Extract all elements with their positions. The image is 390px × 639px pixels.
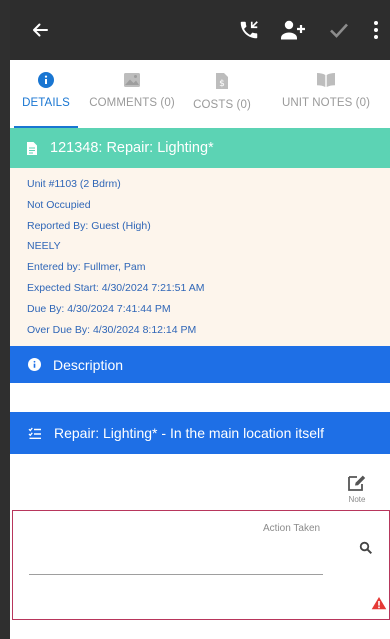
checklist-icon <box>28 427 41 439</box>
tab-details-label: DETAILS <box>22 97 70 109</box>
action-taken-label: Action Taken <box>263 523 321 534</box>
arrow-left-icon <box>33 23 48 37</box>
tab-costs[interactable]: $ COSTS (0) <box>182 60 262 128</box>
technician-info: NEELY <box>27 240 61 253</box>
document-icon <box>27 141 37 155</box>
info-circle-icon <box>28 358 41 371</box>
top-toolbar <box>10 0 390 60</box>
edit-note-icon <box>348 475 366 491</box>
unit-info: Unit #1103 (2 Bdrm) <box>27 178 121 190</box>
back-button[interactable] <box>20 0 60 60</box>
action-taken-input[interactable] <box>29 551 323 575</box>
search-icon[interactable] <box>359 541 373 555</box>
entered-by-info: Entered by: Fullmer, Pam <box>27 261 146 274</box>
complete-button[interactable] <box>323 0 355 60</box>
work-order-title: 121348: Repair: Lighting* <box>50 140 214 156</box>
action-taken-field-container: Action Taken <box>12 510 390 620</box>
more-vertical-icon <box>374 21 378 39</box>
work-order-header: 121348: Repair: Lighting* <box>10 128 390 168</box>
warning-icon <box>371 597 387 610</box>
tab-bar: DETAILS COMMENTS (0) $ COSTS (0) UNIT NO… <box>10 60 390 128</box>
book-open-icon <box>317 73 335 87</box>
over-due-by-info: Over Due By: 4/30/2024 8:12:14 PM <box>27 323 197 336</box>
tab-costs-label: COSTS (0) <box>193 99 251 111</box>
work-order-details: Unit #1103 (2 Bdrm) Not Occupied Reporte… <box>10 168 390 346</box>
task-title: Repair: Lighting* - In the main location… <box>54 425 325 441</box>
person-add-icon <box>281 20 305 40</box>
description-section-header[interactable]: Description <box>10 346 390 383</box>
dollar-document-icon: $ <box>216 73 228 89</box>
occupancy-info: Not Occupied <box>27 198 91 211</box>
phone-callback-icon <box>240 21 258 39</box>
call-button[interactable] <box>232 0 266 60</box>
app-frame: DETAILS COMMENTS (0) $ COSTS (0) UNIT NO… <box>10 0 390 639</box>
reported-by-info: Reported By: Guest (High) <box>27 219 151 232</box>
tab-unit-notes-label: UNIT NOTES (0) <box>281 97 371 109</box>
tab-comments[interactable]: COMMENTS (0) <box>82 60 182 128</box>
due-by-info: Due By: 4/30/2024 7:41:44 PM <box>27 302 171 315</box>
svg-text:$: $ <box>219 79 225 89</box>
tab-comments-label: COMMENTS (0) <box>89 97 175 109</box>
note-label: Note <box>348 495 366 504</box>
tab-unit-notes[interactable]: UNIT NOTES (0) <box>262 60 390 128</box>
info-circle-icon <box>38 72 54 88</box>
task-section-header[interactable]: Repair: Lighting* - In the main location… <box>10 412 390 454</box>
expected-start-info: Expected Start: 4/30/2024 7:21:51 AM <box>27 281 205 294</box>
check-icon <box>330 23 348 38</box>
description-title: Description <box>53 356 124 373</box>
more-menu-button[interactable] <box>365 0 387 60</box>
image-icon <box>124 73 140 87</box>
note-button[interactable]: Note <box>340 474 374 510</box>
tab-details[interactable]: DETAILS <box>10 60 82 128</box>
add-user-button[interactable] <box>274 0 312 60</box>
